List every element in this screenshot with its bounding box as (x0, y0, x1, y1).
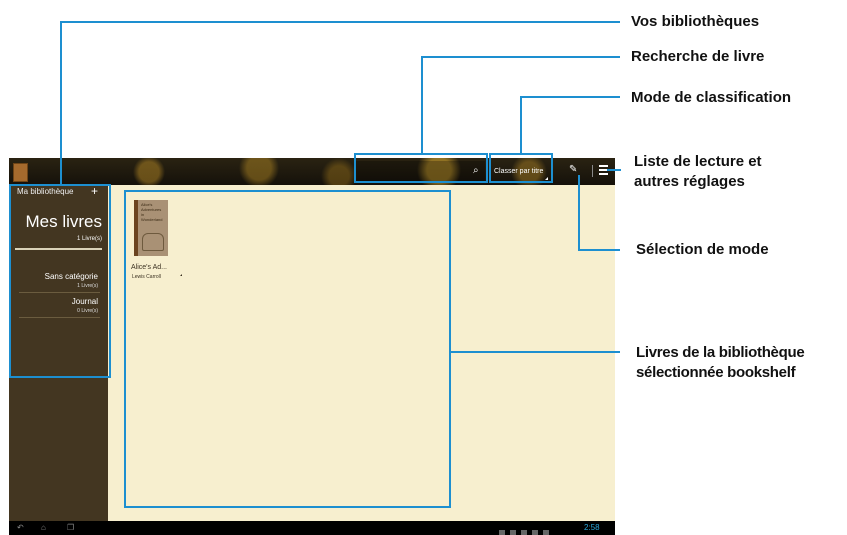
home-icon[interactable]: ⌂ (41, 523, 46, 533)
system-navbar: ↶ ⌂ ❐ 2:58 (9, 521, 615, 535)
divider (592, 165, 593, 177)
app-icon[interactable] (13, 163, 28, 182)
highlight-search (354, 153, 488, 183)
callout-line (607, 169, 621, 171)
callout-sort-mode: Mode de classification (631, 89, 792, 106)
callout-line (60, 21, 620, 23)
callout-books-line2: sélectionnée bookshelf (636, 364, 796, 381)
callout-line (578, 175, 580, 250)
callout-line (520, 96, 522, 153)
callout-search: Recherche de livre (631, 48, 765, 65)
callout-libraries: Vos bibliothèques (631, 13, 760, 30)
back-icon[interactable]: ↶ (17, 523, 24, 533)
status-icons (499, 524, 579, 535)
callout-line (451, 351, 620, 353)
callout-books-line1: Livres de la bibliothèque (636, 344, 805, 361)
recent-apps-icon[interactable]: ❐ (67, 523, 74, 533)
highlight-bookshelf (124, 190, 451, 508)
callout-reading-list-line2: autres réglages (634, 173, 745, 190)
callout-mode-select: Sélection de mode (636, 241, 769, 258)
callout-line (421, 56, 423, 153)
callout-line (520, 96, 620, 98)
callout-line (578, 249, 620, 251)
highlight-libraries (9, 184, 111, 378)
highlight-sort (489, 153, 553, 183)
callout-line (421, 56, 620, 58)
callout-line (60, 21, 62, 184)
callout-reading-list-line1: Liste de lecture et (634, 153, 762, 170)
clock: 2:58 (584, 523, 600, 532)
